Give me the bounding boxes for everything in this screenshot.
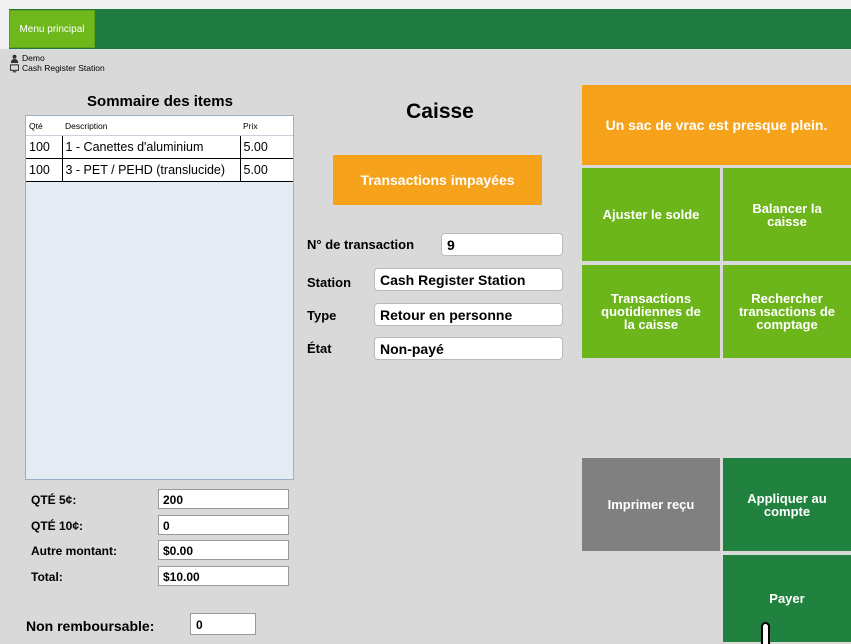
items-table: Qté Description Prix 100 1 - Canettes d'… — [26, 116, 293, 182]
col-header-qty: Qté — [26, 116, 62, 136]
table-row[interactable]: 100 1 - Canettes d'aluminium 5.00 — [26, 135, 293, 159]
total-field: $10.00 — [158, 566, 289, 586]
non-refundable-label: Non remboursable: — [26, 618, 155, 634]
type-label: Type — [307, 308, 337, 323]
row-qty: 100 — [26, 158, 63, 182]
unpaid-transactions-button[interactable]: Transactions impayées — [333, 155, 542, 205]
type-field[interactable]: Retour en personne — [374, 303, 563, 326]
transaction-number-label: N° de transaction — [307, 237, 415, 252]
col-header-description: Description — [62, 116, 240, 136]
search-counting-transactions-button[interactable]: Rechercher transactions de comptage — [723, 265, 851, 358]
state-label: État — [307, 341, 332, 356]
row-description: 3 - PET / PEHD (translucide) — [62, 158, 241, 182]
state-field[interactable]: Non-payé — [374, 337, 563, 360]
daily-transactions-button[interactable]: Transactions quotidiennes de la caisse — [582, 265, 720, 358]
row-price: 5.00 — [240, 135, 293, 159]
qty5-label: QTÉ 5¢: — [31, 493, 77, 507]
row-price: 5.00 — [240, 158, 293, 182]
user-info: Demo Cash Register Station — [10, 53, 105, 73]
print-receipt-button[interactable]: Imprimer reçu — [582, 458, 720, 551]
summary-title: Sommaire des items — [87, 93, 233, 110]
top-bar — [0, 0, 851, 49]
row-description: 1 - Canettes d'aluminium — [62, 135, 241, 159]
page-title: Caisse — [406, 100, 474, 123]
bag-full-alert-button[interactable]: Un sac de vrac est presque plein. — [582, 85, 851, 165]
pay-button[interactable]: Payer — [723, 555, 851, 642]
user-icon — [10, 54, 19, 63]
items-panel: Qté Description Prix 100 1 - Canettes d'… — [25, 115, 294, 480]
station-label: Station — [307, 275, 352, 290]
monitor-icon — [10, 63, 19, 72]
station-field[interactable]: Cash Register Station — [374, 268, 563, 291]
qty5-field[interactable]: 200 — [158, 489, 289, 509]
table-row[interactable]: 100 3 - PET / PEHD (translucide) 5.00 — [26, 158, 293, 182]
col-header-price: Prix — [240, 116, 293, 136]
apply-to-account-button[interactable]: Appliquer au compte — [723, 458, 851, 551]
balance-register-button[interactable]: Balancer la caisse — [723, 168, 851, 261]
other-amount-field[interactable]: $0.00 — [158, 540, 289, 560]
other-amount-label: Autre montant: — [31, 544, 117, 558]
non-refundable-field[interactable]: 0 — [190, 613, 256, 635]
qty10-label: QTÉ 10¢: — [31, 519, 84, 533]
adjust-balance-button[interactable]: Ajuster le solde — [582, 168, 720, 261]
row-qty: 100 — [26, 135, 63, 159]
hand-cursor-icon — [761, 622, 770, 644]
user-name: Demo — [22, 53, 45, 63]
station-name: Cash Register Station — [22, 63, 105, 73]
main-menu-button[interactable]: Menu principal — [9, 10, 95, 48]
total-label: Total: — [31, 570, 63, 584]
transaction-number-field[interactable]: 9 — [441, 233, 563, 256]
qty10-field[interactable]: 0 — [158, 515, 289, 535]
